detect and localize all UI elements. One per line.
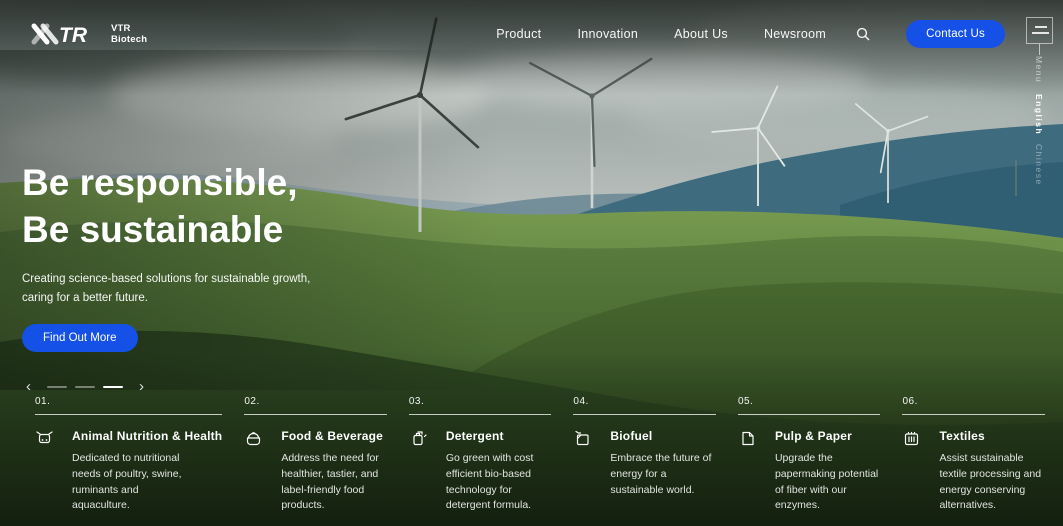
industry-title: Textiles (939, 429, 1045, 443)
divider (573, 414, 716, 415)
food-icon (244, 429, 266, 452)
industry-title: Pulp & Paper (775, 429, 881, 443)
brand-name: VTR Biotech (111, 23, 147, 46)
industry-description: Assist sustainable textile processing an… (939, 451, 1045, 514)
vtr-biotech-homepage: TR VTR Biotech Product Innovation About … (0, 0, 1063, 526)
divider (409, 414, 552, 415)
menu-stem-line (1039, 44, 1040, 55)
industry-card-detergent[interactable]: 03. Detergent Go green with cost efficie… (409, 396, 552, 514)
industry-card-biofuel[interactable]: 04. Biofuel Embrace the future of energy… (573, 396, 716, 514)
industry-number: 02. (244, 396, 387, 407)
industry-title: Food & Beverage (281, 429, 387, 443)
language-english[interactable]: English (1034, 94, 1044, 135)
industry-description: Dedicated to nutritional needs of poultr… (72, 451, 190, 514)
cow-icon (35, 429, 57, 452)
side-rail: Menu English Chinese (1025, 17, 1053, 186)
nav-item-innovation[interactable]: Innovation (577, 27, 638, 41)
brand-logo[interactable]: TR VTR Biotech (30, 22, 147, 46)
hero-title: Be responsible, Be sustainable (22, 160, 310, 253)
industry-description: Go green with cost efficient bio-based t… (446, 451, 552, 514)
divider (35, 414, 222, 415)
industry-card-food-beverage[interactable]: 02. Food & Beverage Address the need for… (244, 396, 387, 514)
carousel-indicator[interactable] (75, 386, 95, 388)
industries-strip: 01. Animal Nutrition & Health Dedicated … (35, 396, 1045, 514)
biofuel-icon (573, 429, 595, 452)
carousel-indicator[interactable] (103, 386, 123, 388)
nav-item-about-us[interactable]: About Us (674, 27, 728, 41)
carousel-indicator[interactable] (47, 386, 67, 388)
vtr-logo-mark: TR (30, 22, 102, 46)
carousel-next-arrow-icon[interactable]: › (135, 377, 148, 396)
contact-us-button[interactable]: Contact Us (906, 20, 1005, 48)
industry-title: Animal Nutrition & Health (72, 429, 222, 443)
hero-subtitle: Creating science-based solutions for sus… (22, 270, 310, 308)
carousel-prev-arrow-icon[interactable]: ‹ (22, 377, 35, 396)
divider (902, 414, 1045, 415)
detergent-icon (409, 429, 431, 452)
header: TR VTR Biotech Product Innovation About … (0, 0, 1005, 68)
industry-card-textiles[interactable]: 06. Textiles Assist sustainable textile … (902, 396, 1045, 514)
divider (738, 414, 881, 415)
industry-number: 03. (409, 396, 552, 407)
language-chinese[interactable]: Chinese (1034, 144, 1044, 186)
industry-card-pulp-paper[interactable]: 05. Pulp & Paper Upgrade the papermaking… (738, 396, 881, 514)
industry-card-animal-nutrition[interactable]: 01. Animal Nutrition & Health Dedicated … (35, 396, 222, 514)
main-nav: Product Innovation About Us Newsroom Con… (496, 20, 1005, 48)
logo-mark-letters: TR (59, 24, 88, 46)
carousel-controls: ‹ › (22, 377, 310, 396)
search-icon[interactable] (856, 27, 870, 41)
industry-description: Upgrade the papermaking potential of fib… (775, 451, 881, 514)
divider (244, 414, 387, 415)
industry-description: Address the need for healthier, tastier,… (281, 451, 387, 514)
paper-icon (738, 429, 760, 452)
industry-title: Biofuel (610, 429, 716, 443)
nav-item-newsroom[interactable]: Newsroom (764, 27, 826, 41)
hamburger-menu-icon[interactable] (1026, 17, 1053, 44)
textile-icon (902, 429, 924, 452)
find-out-more-button[interactable]: Find Out More (22, 324, 138, 352)
industry-number: 01. (35, 396, 222, 407)
industry-title: Detergent (446, 429, 552, 443)
menu-label: Menu (1034, 56, 1044, 83)
hero: Be responsible, Be sustainable Creating … (22, 160, 310, 396)
industry-number: 06. (902, 396, 1045, 407)
industry-description: Embrace the future of energy for a susta… (610, 451, 716, 498)
nav-item-product[interactable]: Product (496, 27, 541, 41)
carousel-indicators (47, 386, 123, 388)
industry-number: 05. (738, 396, 881, 407)
industry-number: 04. (573, 396, 716, 407)
